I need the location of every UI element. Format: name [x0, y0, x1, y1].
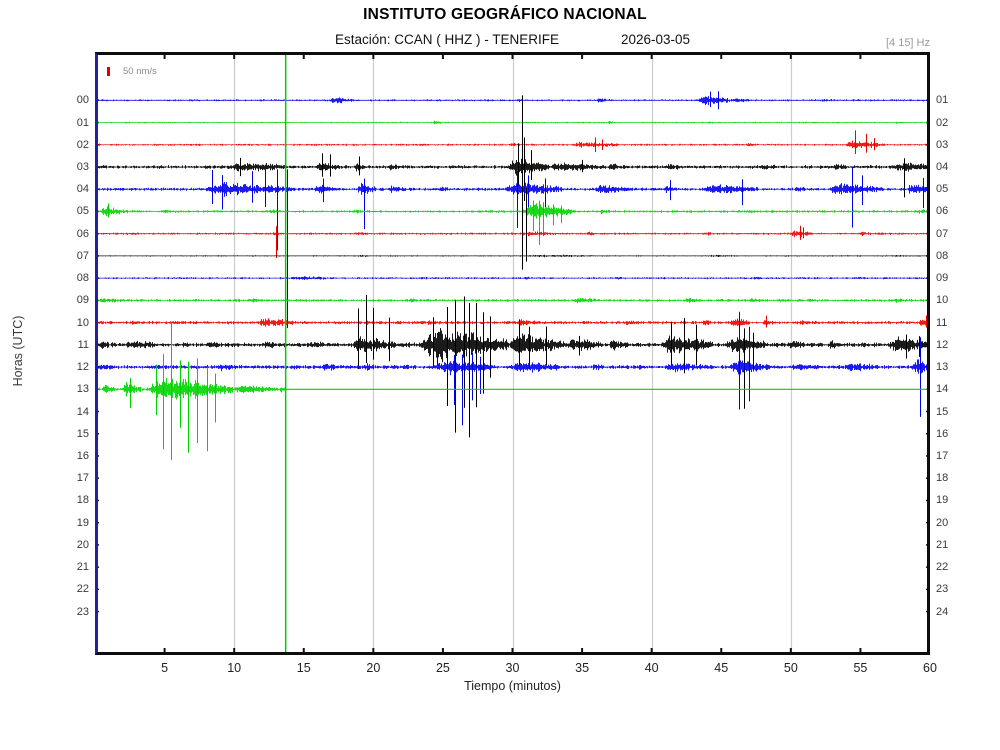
minute-tick-label: 45: [701, 661, 741, 675]
hour-label-right: 20: [936, 516, 970, 530]
hour-label-left: 18: [55, 493, 89, 507]
hour-label-left: 16: [55, 449, 89, 463]
hour-label-right: 19: [936, 493, 970, 507]
minute-tick-label: 15: [284, 661, 324, 675]
hour-label-right: 02: [936, 116, 970, 130]
hour-label-left: 21: [55, 560, 89, 574]
scale-bar-icon: [107, 67, 110, 76]
hour-label-right: 07: [936, 227, 970, 241]
seismogram-canvas: [95, 52, 930, 655]
hour-label-right: 10: [936, 293, 970, 307]
hour-label-left: 08: [55, 271, 89, 285]
hour-label-left: 22: [55, 582, 89, 596]
hour-label-right: 22: [936, 560, 970, 574]
minute-tick-label: 35: [562, 661, 602, 675]
minute-tick-label: 20: [353, 661, 393, 675]
hour-label-right: 18: [936, 471, 970, 485]
hour-label-left: 05: [55, 204, 89, 218]
hour-label-left: 00: [55, 93, 89, 107]
hour-label-left: 12: [55, 360, 89, 374]
hour-label-right: 16: [936, 427, 970, 441]
hour-label-left: 14: [55, 405, 89, 419]
hour-label-right: 01: [936, 93, 970, 107]
hour-label-right: 12: [936, 338, 970, 352]
scale-label: 50 nm/s: [123, 66, 157, 77]
hour-label-right: 23: [936, 582, 970, 596]
hour-label-left: 07: [55, 249, 89, 263]
minute-tick-label: 60: [910, 661, 950, 675]
hour-label-right: 11: [936, 316, 970, 330]
hour-label-right: 15: [936, 405, 970, 419]
hour-label-right: 09: [936, 271, 970, 285]
hour-label-left: 20: [55, 538, 89, 552]
hour-label-right: 03: [936, 138, 970, 152]
date-label: 2026-03-05: [621, 32, 690, 47]
hour-label-left: 04: [55, 182, 89, 196]
hour-label-right: 13: [936, 360, 970, 374]
hour-label-right: 24: [936, 605, 970, 619]
y-axis-title: Horas (UTC): [11, 291, 25, 411]
hour-label-left: 03: [55, 160, 89, 174]
hour-label-left: 23: [55, 605, 89, 619]
minute-tick-label: 30: [493, 661, 533, 675]
hour-label-left: 13: [55, 382, 89, 396]
minute-tick-label: 40: [632, 661, 672, 675]
minute-tick-label: 10: [214, 661, 254, 675]
hour-label-left: 02: [55, 138, 89, 152]
minute-tick-label: 25: [423, 661, 463, 675]
hour-label-left: 01: [55, 116, 89, 130]
minute-tick-label: 50: [771, 661, 811, 675]
hour-label-left: 06: [55, 227, 89, 241]
minute-tick-label: 55: [840, 661, 880, 675]
hour-label-left: 17: [55, 471, 89, 485]
hour-label-left: 10: [55, 316, 89, 330]
hour-label-right: 04: [936, 160, 970, 174]
station-label: Estación: CCAN ( HHZ ) - TENERIFE: [335, 32, 559, 47]
hour-label-right: 17: [936, 449, 970, 463]
hour-label-left: 19: [55, 516, 89, 530]
page-title: INSTITUTO GEOGRÁFICO NACIONAL: [0, 6, 1000, 24]
hour-label-right: 08: [936, 249, 970, 263]
hour-label-left: 09: [55, 293, 89, 307]
helicorder-app: INSTITUTO GEOGRÁFICO NACIONAL Estación: …: [0, 0, 1000, 750]
hour-label-left: 15: [55, 427, 89, 441]
hour-label-right: 14: [936, 382, 970, 396]
hour-label-right: 06: [936, 204, 970, 218]
x-axis-title: Tiempo (minutos): [95, 679, 930, 693]
filter-band-label: [4 15] Hz: [800, 37, 930, 49]
hour-label-right: 05: [936, 182, 970, 196]
hour-label-right: 21: [936, 538, 970, 552]
amplitude-scale-legend: 50 nm/s: [107, 66, 157, 77]
hour-label-left: 11: [55, 338, 89, 352]
minute-tick-label: 5: [145, 661, 185, 675]
